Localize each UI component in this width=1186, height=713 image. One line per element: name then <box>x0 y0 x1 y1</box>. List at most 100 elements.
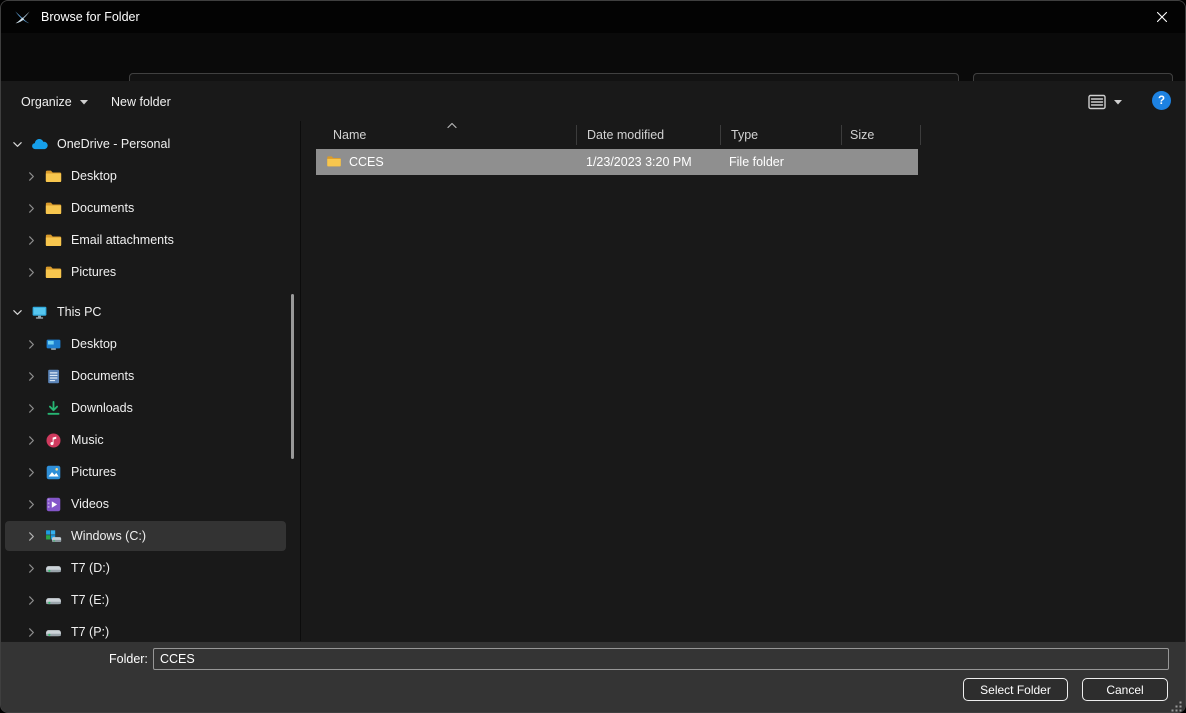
chevron-right-icon[interactable] <box>23 467 39 478</box>
folder-label: Folder: <box>109 652 147 666</box>
folder-icon <box>45 264 62 281</box>
navigation-bar: › This PC › Windows (C:) › GIT8 › awe8-b… <box>1 33 1185 81</box>
sidebar-item-label: OneDrive - Personal <box>57 137 170 151</box>
sidebar-item-label: Desktop <box>71 337 117 351</box>
resize-grip-icon[interactable] <box>1171 701 1182 712</box>
file-type: File folder <box>729 155 784 169</box>
chevron-right-icon[interactable] <box>23 499 39 510</box>
new-folder-button[interactable]: New folder <box>107 89 175 115</box>
onedrive-icon <box>31 136 48 153</box>
sidebar-item-label: Downloads <box>71 401 133 415</box>
file-name: CCES <box>349 155 384 169</box>
chevron-right-icon[interactable] <box>23 339 39 350</box>
sidebar-item-this-pc[interactable]: This PC <box>5 297 286 327</box>
close-button[interactable] <box>1139 1 1185 33</box>
this-pc-icon <box>31 304 48 321</box>
details-view-icon <box>1087 93 1107 111</box>
chevron-right-icon[interactable] <box>23 371 39 382</box>
chevron-right-icon[interactable] <box>23 267 39 278</box>
new-folder-label: New folder <box>111 95 171 109</box>
sidebar-item-label: Videos <box>71 497 109 511</box>
sidebar-item-od-desktop[interactable]: Desktop <box>5 161 286 191</box>
downloads-icon <box>45 400 62 417</box>
column-header-type[interactable]: Type <box>721 125 842 145</box>
content-area: OneDrive - Personal Desktop Documents Em… <box>1 121 1186 641</box>
chevron-right-icon[interactable] <box>23 435 39 446</box>
browse-for-folder-dialog: Browse for Folder <box>0 0 1186 713</box>
organize-label: Organize <box>21 95 72 109</box>
sidebar-item-windows-c[interactable]: Windows (C:) <box>5 521 286 551</box>
sidebar-item-label: Music <box>71 433 104 447</box>
sidebar-item-label: Email attachments <box>71 233 174 247</box>
chevron-right-icon[interactable] <box>23 563 39 574</box>
external-drive-icon <box>45 560 62 577</box>
sidebar-item-t7-d[interactable]: T7 (D:) <box>5 553 286 583</box>
caret-down-icon <box>79 98 89 106</box>
external-drive-icon <box>45 624 62 641</box>
sidebar-item-onedrive-personal[interactable]: OneDrive - Personal <box>5 129 286 159</box>
sidebar-item-downloads[interactable]: Downloads <box>5 393 286 423</box>
sidebar-item-label: T7 (E:) <box>71 593 109 607</box>
windows-drive-icon <box>45 528 62 545</box>
chevron-down-icon[interactable] <box>9 139 25 150</box>
chevron-right-icon[interactable] <box>23 403 39 414</box>
sidebar-item-documents[interactable]: Documents <box>5 361 286 391</box>
chevron-right-icon[interactable] <box>23 531 39 542</box>
window-title: Browse for Folder <box>41 10 140 24</box>
sidebar-item-label: Pictures <box>71 265 116 279</box>
sidebar-item-desktop[interactable]: Desktop <box>5 329 286 359</box>
sidebar-item-pictures[interactable]: Pictures <box>5 457 286 487</box>
cancel-button[interactable]: Cancel <box>1082 678 1168 701</box>
sidebar-item-od-pictures[interactable]: Pictures <box>5 257 286 287</box>
select-folder-button[interactable]: Select Folder <box>963 678 1068 701</box>
titlebar: Browse for Folder <box>1 1 1185 33</box>
folder-icon <box>45 168 62 185</box>
column-header-label: Date modified <box>577 128 664 142</box>
sidebar-item-od-documents[interactable]: Documents <box>5 193 286 223</box>
file-list-pane: Name Date modified Type Size CCES 1/23/2… <box>302 121 1186 641</box>
chevron-right-icon[interactable] <box>23 235 39 246</box>
select-folder-label: Select Folder <box>980 683 1051 697</box>
folder-name-input[interactable] <box>153 648 1169 670</box>
cancel-label: Cancel <box>1106 683 1143 697</box>
folder-icon <box>325 154 343 169</box>
column-header-label: Type <box>721 128 758 142</box>
sidebar-item-email-attachments[interactable]: Email attachments <box>5 225 286 255</box>
cces-app-icon <box>14 9 31 26</box>
column-header-size[interactable]: Size <box>842 125 921 145</box>
sidebar-item-label: Documents <box>71 369 134 383</box>
command-bar: Organize New folder ? <box>1 81 1185 121</box>
folder-icon <box>45 200 62 217</box>
sidebar-item-label: T7 (D:) <box>71 561 110 575</box>
chevron-right-icon[interactable] <box>23 595 39 606</box>
music-icon <box>45 432 62 449</box>
close-icon <box>1156 11 1168 23</box>
pictures-icon <box>45 464 62 481</box>
caret-down-icon <box>1113 98 1123 106</box>
organize-button[interactable]: Organize <box>17 89 93 115</box>
navigation-pane: OneDrive - Personal Desktop Documents Em… <box>1 121 301 641</box>
sidebar-item-music[interactable]: Music <box>5 425 286 455</box>
documents-icon <box>45 368 62 385</box>
help-icon: ? <box>1158 95 1165 107</box>
chevron-right-icon[interactable] <box>23 627 39 638</box>
videos-icon <box>45 496 62 513</box>
sidebar-item-label: Pictures <box>71 465 116 479</box>
external-drive-icon <box>45 592 62 609</box>
folder-icon <box>45 232 62 249</box>
chevron-right-icon[interactable] <box>23 171 39 182</box>
help-button[interactable]: ? <box>1152 91 1171 110</box>
sidebar-item-t7-e[interactable]: T7 (E:) <box>5 585 286 615</box>
column-header-name[interactable]: Name <box>316 125 577 145</box>
sidebar-scrollbar[interactable] <box>291 294 294 459</box>
chevron-right-icon[interactable] <box>23 203 39 214</box>
sidebar-item-t7-p[interactable]: T7 (P:) <box>5 617 286 641</box>
column-header-date-modified[interactable]: Date modified <box>577 125 721 145</box>
sidebar-item-label: T7 (P:) <box>71 625 109 639</box>
column-header-label: Name <box>316 128 366 142</box>
sidebar-item-videos[interactable]: Videos <box>5 489 286 519</box>
sidebar-item-label: Desktop <box>71 169 117 183</box>
chevron-down-icon[interactable] <box>9 307 25 318</box>
change-view-button[interactable] <box>1087 90 1123 114</box>
file-row-cces[interactable]: CCES 1/23/2023 3:20 PM File folder <box>316 149 918 175</box>
